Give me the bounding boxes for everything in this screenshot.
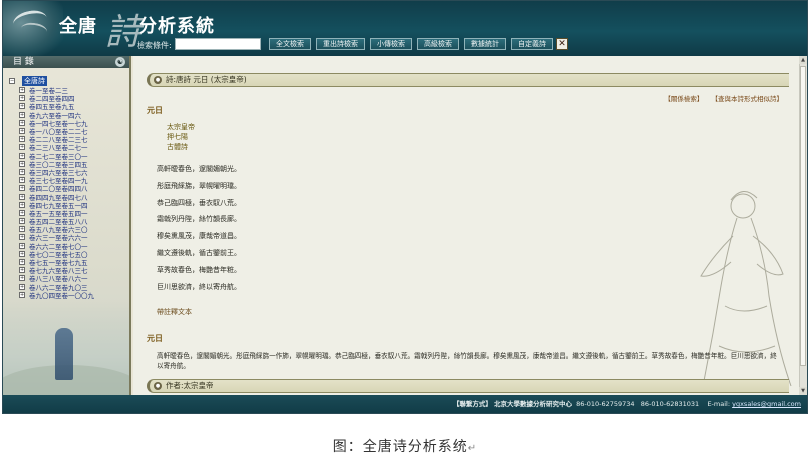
poem-header-bar: ● 詩:唐詩 元日 (太宗皇帝) (147, 73, 789, 87)
sidebar: 目 錄 ☯ − 全唐詩 + 卷一至卷二三 + 卷二四至卷四四 + 卷四五至卷九五 + 卷九六至… (3, 56, 131, 395)
statistics-button[interactable]: 數據統計 (464, 38, 506, 50)
expand-icon[interactable]: + (19, 136, 25, 143)
poem-meta: 太宗皇帝 押七陽 古體詩 (167, 122, 195, 152)
expand-icon[interactable]: + (19, 226, 25, 233)
tree-root-label[interactable]: 全唐詩 (22, 75, 47, 86)
return-mark-icon: ↵ (467, 443, 478, 454)
related-links: 【關係檢索】 【查與本詩形式相似詩】 (658, 93, 783, 103)
custom-poem-button[interactable]: 自定義詩 (511, 38, 553, 50)
expand-icon[interactable]: + (19, 152, 25, 159)
expand-icon[interactable]: + (19, 185, 25, 192)
expand-icon[interactable]: + (19, 87, 25, 94)
expand-icon[interactable]: + (19, 119, 25, 126)
relation-search-link[interactable]: 【關係檢索】 (664, 95, 703, 103)
biography-search-button[interactable]: 小傳檢索 (370, 38, 412, 50)
search-label: 檢索條件: (137, 41, 172, 50)
footer: 【聯繫方式】 北京大學數據分析研究中心 86-010-62759734 86-0… (3, 395, 807, 413)
sidebar-toggle-icon[interactable]: ☯ (115, 57, 125, 67)
collapse-icon[interactable]: − (9, 77, 15, 84)
author-header-label: 作者:太宗皇帝 (166, 381, 214, 390)
phone-1: 86-010-62759734 (576, 400, 635, 408)
poem-verses: 高軒曖春色，邃閣媚朝光。 彤庭飛綵旆，翠幌曜明璫。 恭己臨四極，垂衣馭八荒。 霜… (157, 164, 241, 298)
scrollbar-thumb[interactable] (800, 66, 806, 366)
email-label: E-mail: (707, 400, 731, 408)
figure-caption: 图：全唐诗分析系统↵ (0, 436, 810, 456)
expand-icon[interactable]: + (19, 103, 25, 110)
app-window: 全唐 詩 分析系統 檢索條件: 全文檢索 重出詩檢索 小傳檢索 高級檢索 數據統… (2, 0, 808, 414)
main-content: ● 詩:唐詩 元日 (太宗皇帝) 【關係檢索】 【查與本詩形式相似詩】 元日 太… (133, 56, 807, 395)
expand-icon[interactable]: + (19, 218, 25, 225)
poem-author-link[interactable]: 太宗皇帝 (167, 122, 195, 132)
brand-title-part2: 分析系統 (139, 16, 215, 37)
tree-root[interactable]: − 全唐詩 (9, 75, 129, 86)
annotated-poem-title: 元日 (147, 334, 163, 343)
logo-crane-icon (3, 1, 63, 56)
expand-icon[interactable]: + (19, 111, 25, 118)
brand-title-shi: 詩 (105, 12, 142, 53)
close-icon[interactable]: ✕ (556, 38, 568, 50)
poem-form: 古體詩 (167, 143, 188, 151)
poet-portrait-image (700, 191, 792, 387)
verse-line: 恭己臨四極，垂衣馭八荒。 (157, 198, 241, 207)
verse-line: 巨川思欲濟，終以寄舟航。 (157, 282, 241, 291)
header: 全唐 詩 分析系統 檢索條件: 全文檢索 重出詩檢索 小傳檢索 高級檢索 數據統… (3, 1, 807, 56)
expand-icon[interactable]: + (19, 177, 25, 184)
verse-line: 高軒曖春色，邃閣媚朝光。 (157, 165, 241, 173)
verse-line: 穆矣熏風茂，康哉帝道昌。 (157, 232, 241, 241)
expand-icon[interactable]: + (19, 291, 25, 298)
fulltext-search-button[interactable]: 全文檢索 (269, 38, 311, 50)
tree-item-label[interactable]: 卷九〇四至卷一〇〇九 (29, 290, 94, 300)
caption-text: 图：全唐诗分析系统 (332, 439, 468, 455)
sidebar-title: 目 錄 (13, 57, 34, 67)
scroll-up-icon[interactable]: ▲ (799, 56, 807, 64)
sidebar-header: 目 錄 ☯ (3, 56, 129, 68)
expand-icon[interactable]: + (19, 95, 25, 102)
bullet-icon: ● (154, 382, 162, 390)
annotated-text-link[interactable]: 帶註釋文本 (157, 307, 192, 317)
poem-rhyme: 押七陽 (167, 133, 188, 141)
advanced-search-button[interactable]: 高級檢索 (417, 38, 459, 50)
expand-icon[interactable]: + (19, 168, 25, 175)
similar-form-link[interactable]: 【查與本詩形式相似詩】 (712, 95, 784, 103)
expand-icon[interactable]: + (19, 283, 25, 290)
catalog-tree: − 全唐詩 + 卷一至卷二三 + 卷二四至卷四四 + 卷四五至卷九五 + 卷九六至卷一四六 + 卷… (3, 68, 129, 300)
expand-icon[interactable]: + (19, 275, 25, 282)
expand-icon[interactable]: + (19, 250, 25, 257)
bullet-icon: ● (154, 76, 162, 84)
contact-label: 【聯繫方式】 (452, 400, 492, 408)
verse-line: 草秀故春色，梅艷昔年粧。 (157, 265, 241, 274)
phone-2: 86-010-62831031 (640, 400, 700, 408)
main-scrollbar[interactable]: ▲ ▼ (799, 56, 807, 395)
expand-icon[interactable]: + (19, 160, 25, 167)
organization-name: 北京大學數據分析研究中心 (493, 400, 572, 408)
poem-header-label: 詩:唐詩 元日 (太宗皇帝) (166, 75, 247, 84)
expand-icon[interactable]: + (19, 259, 25, 266)
expand-icon[interactable]: + (19, 201, 25, 208)
verse-line: 彤庭飛綵旆，翠幌曜明璫。 (157, 181, 241, 190)
tree-item[interactable]: + 卷九〇四至卷一〇〇九 (9, 290, 129, 300)
expand-icon[interactable]: + (19, 234, 25, 241)
expand-icon[interactable]: + (19, 267, 25, 274)
verse-line: 繼文遵後軌，循古鑒前王。 (157, 248, 241, 257)
poem-title: 元日 (147, 106, 163, 115)
expand-icon[interactable]: + (19, 193, 25, 200)
duplicate-poem-search-button[interactable]: 重出詩檢索 (316, 38, 365, 50)
author-header-bar: ● 作者:太宗皇帝 (147, 379, 789, 393)
brand-title-part1: 全唐 (59, 16, 97, 37)
expand-icon[interactable]: + (19, 242, 25, 249)
search-input[interactable] (175, 38, 261, 50)
expand-icon[interactable]: + (19, 144, 25, 151)
expand-icon[interactable]: + (19, 209, 25, 216)
verse-line: 霜戟列丹陛，絲竹韻長廊。 (157, 215, 241, 224)
toolbar: 全文檢索 重出詩檢索 小傳檢索 高級檢索 數據統計 自定義詩 (269, 38, 553, 50)
email-link[interactable]: ygxsales@gmail.com (732, 400, 801, 408)
scroll-down-icon[interactable]: ▼ (799, 387, 807, 395)
expand-icon[interactable]: + (19, 128, 25, 135)
sidebar-landscape-image (3, 300, 129, 395)
